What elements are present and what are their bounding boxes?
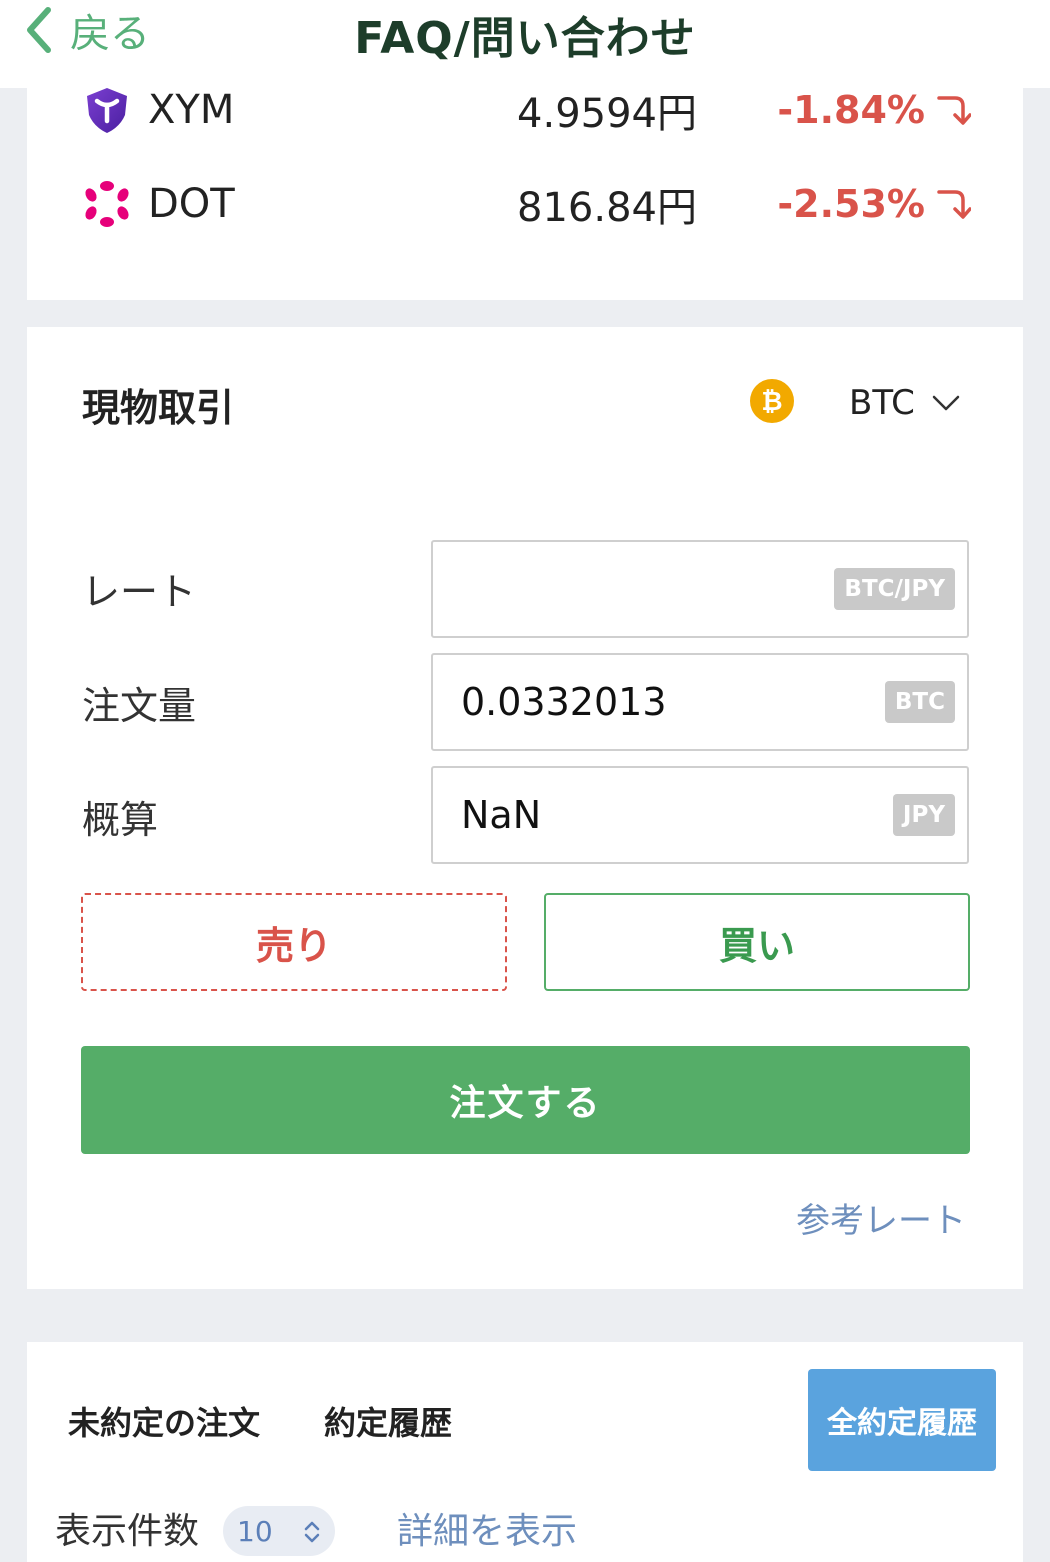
polkadot-dot-icon [85, 181, 129, 227]
price-ticker-card: XYM 4.9594円 -1.84% DOT 816.84円 -2.53% [27, 87, 1023, 300]
spot-trading-card: 現物取引 ₿ BTC レート BTC/JPY 注文量 0.0332013 BTC… [27, 327, 1023, 1289]
unit-badge: BTC [884, 681, 955, 723]
sell-button[interactable]: 売り [81, 893, 507, 991]
show-count-label: 表示件数 [55, 1511, 200, 1552]
bitcoin-icon: ₿ [750, 379, 794, 423]
amount-input[interactable]: 0.0332013 BTC [431, 653, 969, 751]
change-percent: -2.53% [777, 182, 925, 226]
up-down-chevron-icon [304, 1521, 320, 1543]
page-title: FAQ/問い合わせ [354, 13, 696, 64]
place-order-button[interactable]: 注文する [81, 1046, 970, 1154]
coin-symbol: XYM [148, 87, 235, 133]
symbol-xym-icon [87, 88, 127, 133]
estimate-value: NaN [461, 793, 542, 837]
coin-change: -2.53% [777, 182, 971, 226]
show-count-select[interactable]: 10 [223, 1506, 335, 1556]
show-count-value: 10 [237, 1514, 273, 1548]
coin-change: -1.84% [777, 88, 971, 132]
estimate-label: 概算 [82, 798, 159, 842]
reference-rate-link[interactable]: 参考レート [796, 1193, 966, 1242]
app-header: 戻る FAQ/問い合わせ [0, 0, 1050, 88]
rate-input[interactable]: BTC/JPY [431, 540, 969, 638]
estimate-field[interactable]: NaN JPY [431, 766, 969, 864]
amount-label: 注文量 [82, 684, 197, 728]
rate-label: レート [82, 570, 197, 614]
unit-badge: BTC/JPY [834, 568, 955, 610]
coin-selector[interactable]: BTC [849, 381, 961, 425]
section-title: 現物取引 [82, 386, 235, 430]
chevron-down-icon [932, 395, 960, 411]
all-history-button[interactable]: 全約定履歴 [808, 1369, 996, 1471]
show-details-link[interactable]: 詳細を表示 [397, 1502, 577, 1554]
buy-button[interactable]: 買い [544, 893, 970, 991]
trend-down-arrow-icon [937, 96, 971, 125]
change-percent: -1.84% [777, 88, 925, 132]
ticker-row-dot[interactable]: DOT 816.84円 -2.53% [27, 174, 1023, 234]
orders-card: 未約定の注文 約定履歴 全約定履歴 表示件数 10 詳細を表示 [27, 1342, 1023, 1562]
trend-down-arrow-icon [937, 190, 971, 219]
tab-open-orders[interactable]: 未約定の注文 [68, 1398, 260, 1444]
selected-coin: BTC [849, 383, 915, 423]
coin-price: 816.84円 [517, 185, 697, 231]
unit-badge: JPY [892, 794, 955, 836]
tab-trade-history[interactable]: 約定履歴 [324, 1398, 452, 1444]
ticker-row-xym[interactable]: XYM 4.9594円 -1.84% [27, 80, 1023, 140]
page: 戻る FAQ/問い合わせ XYM 4.9594円 -1.84% DOT 816.… [0, 0, 1050, 1562]
coin-price: 4.9594円 [517, 91, 697, 137]
coin-symbol: DOT [148, 181, 235, 227]
